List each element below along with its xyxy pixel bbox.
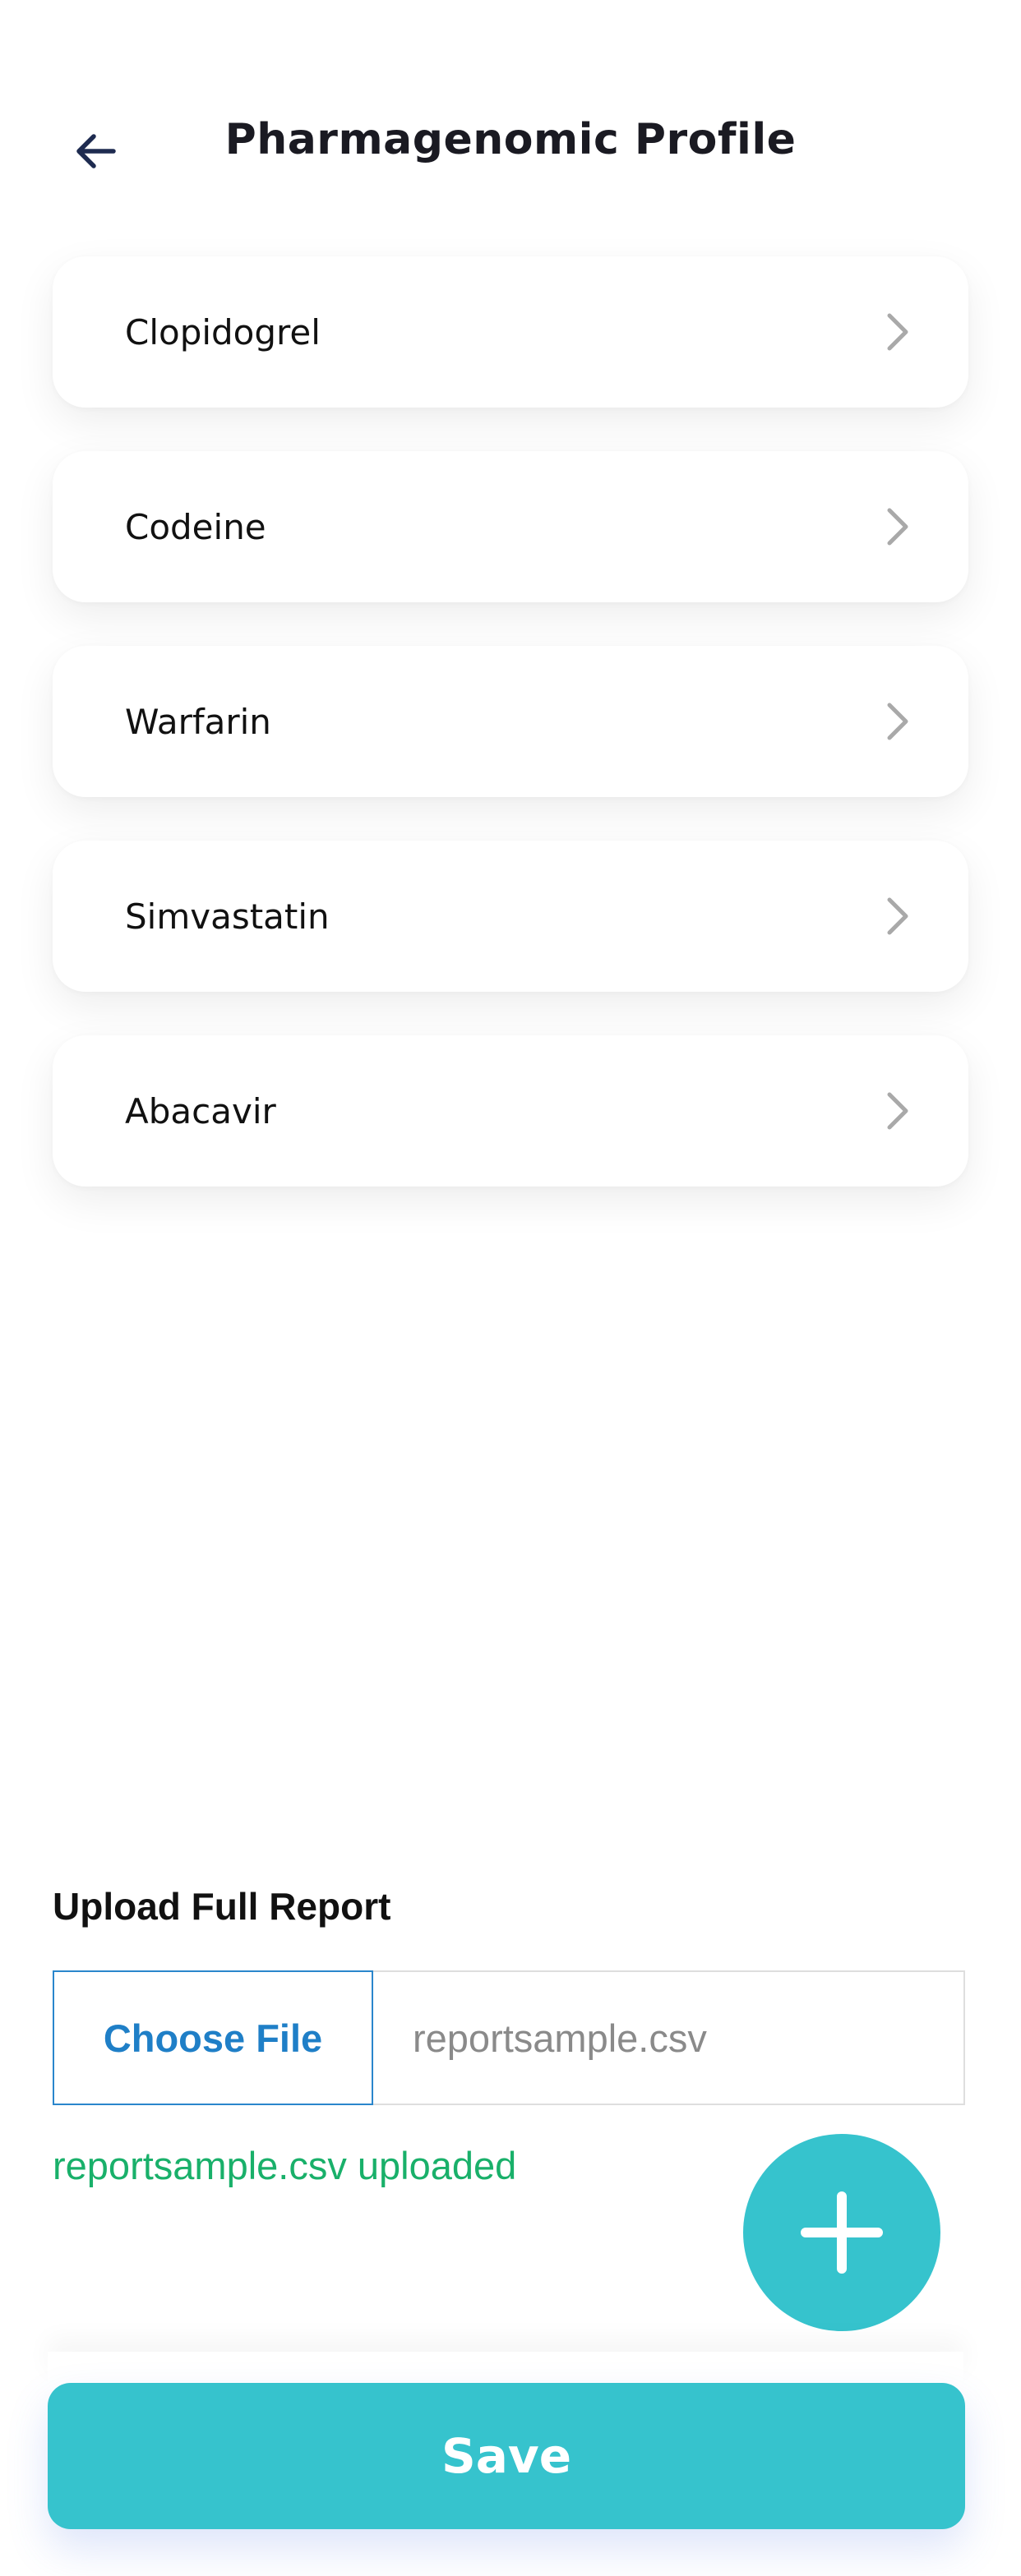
drug-list: Clopidogrel Codeine Warfarin Simvastatin…	[53, 256, 968, 1230]
drug-item-label: Clopidogrel	[125, 311, 321, 353]
drug-item-codeine[interactable]: Codeine	[53, 451, 968, 602]
chevron-right-icon	[880, 893, 916, 939]
upload-label: Upload Full Report	[53, 1885, 391, 1928]
drug-item-label: Simvastatin	[125, 896, 330, 937]
chevron-right-icon	[880, 1088, 916, 1134]
drug-item-clopidogrel[interactable]: Clopidogrel	[53, 256, 968, 408]
chevron-right-icon	[880, 504, 916, 550]
drug-item-label: Codeine	[125, 506, 266, 547]
chevron-right-icon	[880, 698, 916, 744]
drug-item-abacavir[interactable]: Abacavir	[53, 1035, 968, 1187]
upload-section: Upload Full Report Choose File reportsam…	[53, 1882, 965, 2187]
upload-status: reportsample.csv uploaded	[53, 2144, 517, 2187]
bottom-bar	[48, 2352, 963, 2385]
plus-icon	[801, 2191, 883, 2274]
header: Pharmagenomic Profile	[0, 99, 1021, 189]
choose-file-button[interactable]: Choose File	[53, 1970, 373, 2105]
chevron-right-icon	[880, 309, 916, 355]
file-input[interactable]: Choose File reportsample.csv	[53, 1970, 965, 2105]
drug-item-label: Warfarin	[125, 701, 271, 742]
selected-file-name: reportsample.csv	[413, 2016, 707, 2060]
drug-item-label: Abacavir	[125, 1090, 276, 1131]
page-title: Pharmagenomic Profile	[224, 115, 797, 164]
drug-item-simvastatin[interactable]: Simvastatin	[53, 841, 968, 992]
add-button[interactable]	[743, 2134, 940, 2331]
drug-item-warfarin[interactable]: Warfarin	[53, 646, 968, 797]
save-button[interactable]: Save	[48, 2383, 965, 2529]
